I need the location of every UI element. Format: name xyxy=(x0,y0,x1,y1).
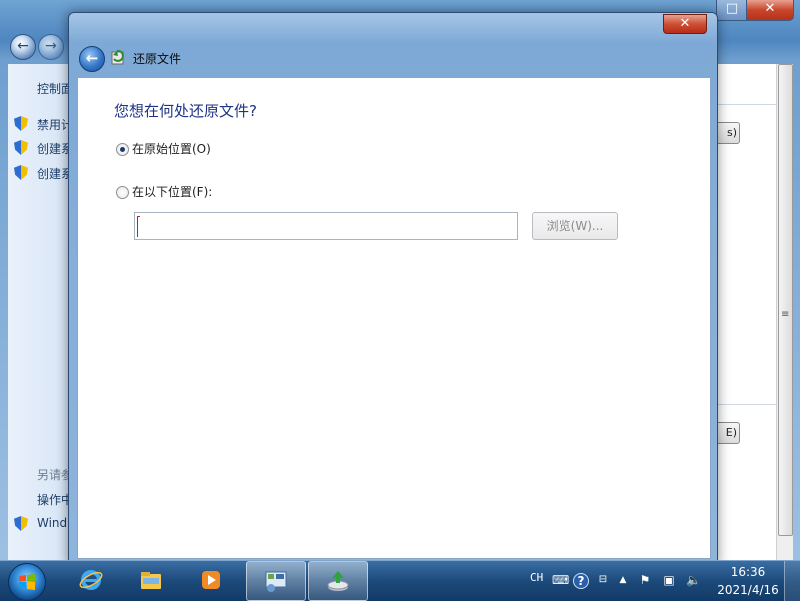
bg-divider xyxy=(712,404,776,405)
bg-back-button[interactable]: ← xyxy=(10,34,36,60)
bg-close-button[interactable]: ✕ xyxy=(746,0,794,21)
shield-icon xyxy=(14,116,28,131)
shield-icon xyxy=(14,516,28,531)
original-location-radio[interactable] xyxy=(116,143,129,156)
original-location-label[interactable]: 在原始位置(O) xyxy=(132,140,211,157)
back-button[interactable]: ← xyxy=(79,46,105,72)
windows-logo-icon xyxy=(19,574,35,590)
restore-files-dialog: ✕ ← 还原文件 您想在何处还原文件? 在原始位置(O) 在以下位置(F): 浏… xyxy=(68,12,718,566)
taskbar-backup-restore[interactable] xyxy=(308,561,368,601)
dialog-body: 您想在何处还原文件? 在原始位置(O) 在以下位置(F): 浏览(W)... xyxy=(77,77,711,559)
sidebar-item-windows[interactable]: Wind xyxy=(37,516,67,530)
start-button[interactable] xyxy=(8,563,46,601)
taskbar-internet-explorer[interactable] xyxy=(62,561,120,599)
control-panel-icon xyxy=(265,571,287,592)
network-icon[interactable]: ▣ xyxy=(662,573,676,587)
keyboard-icon[interactable]: ⌨ xyxy=(552,573,569,587)
bg-sidebar: 控制面 禁用计 创建系 创建系 另请参 操作中 Wind xyxy=(8,64,73,560)
dialog-header: ← 还原文件 xyxy=(77,44,707,74)
bg-scrollbar[interactable]: ≡ xyxy=(776,64,793,560)
other-location-label[interactable]: 在以下位置(F): xyxy=(132,183,212,200)
volume-icon[interactable]: 🔈 xyxy=(686,573,701,587)
location-input[interactable] xyxy=(134,212,518,240)
dialog-title: 还原文件 xyxy=(133,52,182,66)
page-heading: 您想在何处还原文件? xyxy=(114,102,257,120)
help-icon[interactable]: ? xyxy=(573,573,589,589)
other-location-radio[interactable] xyxy=(116,186,129,199)
media-player-icon xyxy=(202,571,220,589)
shield-icon xyxy=(14,140,28,155)
close-button[interactable]: ✕ xyxy=(663,14,707,34)
internet-explorer-icon xyxy=(79,570,103,590)
show-hidden-icons-icon[interactable]: ▲ xyxy=(616,573,630,587)
file-explorer-icon xyxy=(141,572,161,589)
taskbar: CH ⌨ ? ⊟ ▲ ⚑ ▣ 🔈 16:36 2021/4/16 xyxy=(0,560,800,601)
bg-forward-button[interactable]: → xyxy=(38,34,64,60)
scroll-grip-icon: ≡ xyxy=(781,309,790,320)
taskbar-file-explorer[interactable] xyxy=(122,561,180,599)
backup-restore-icon xyxy=(327,571,349,591)
action-center-flag-icon[interactable]: ⚑ xyxy=(638,573,652,587)
restore-files-icon xyxy=(111,49,124,65)
clock-date[interactable]: 2021/4/16 xyxy=(714,583,782,597)
show-desktop-button[interactable] xyxy=(784,561,800,601)
input-language-indicator[interactable]: CH xyxy=(530,571,543,584)
shield-icon xyxy=(14,165,28,180)
ime-options-icon[interactable]: ⊟ xyxy=(596,573,610,587)
maximize-button[interactable]: □ xyxy=(716,0,748,21)
clock-time[interactable]: 16:36 xyxy=(726,565,770,579)
taskbar-control-panel[interactable] xyxy=(246,561,306,601)
scroll-thumb[interactable]: ≡ xyxy=(778,64,793,536)
taskbar-media-player[interactable] xyxy=(182,561,240,599)
input-caret xyxy=(137,217,138,237)
bg-divider xyxy=(712,104,776,105)
browse-button[interactable]: 浏览(W)... xyxy=(532,212,618,240)
